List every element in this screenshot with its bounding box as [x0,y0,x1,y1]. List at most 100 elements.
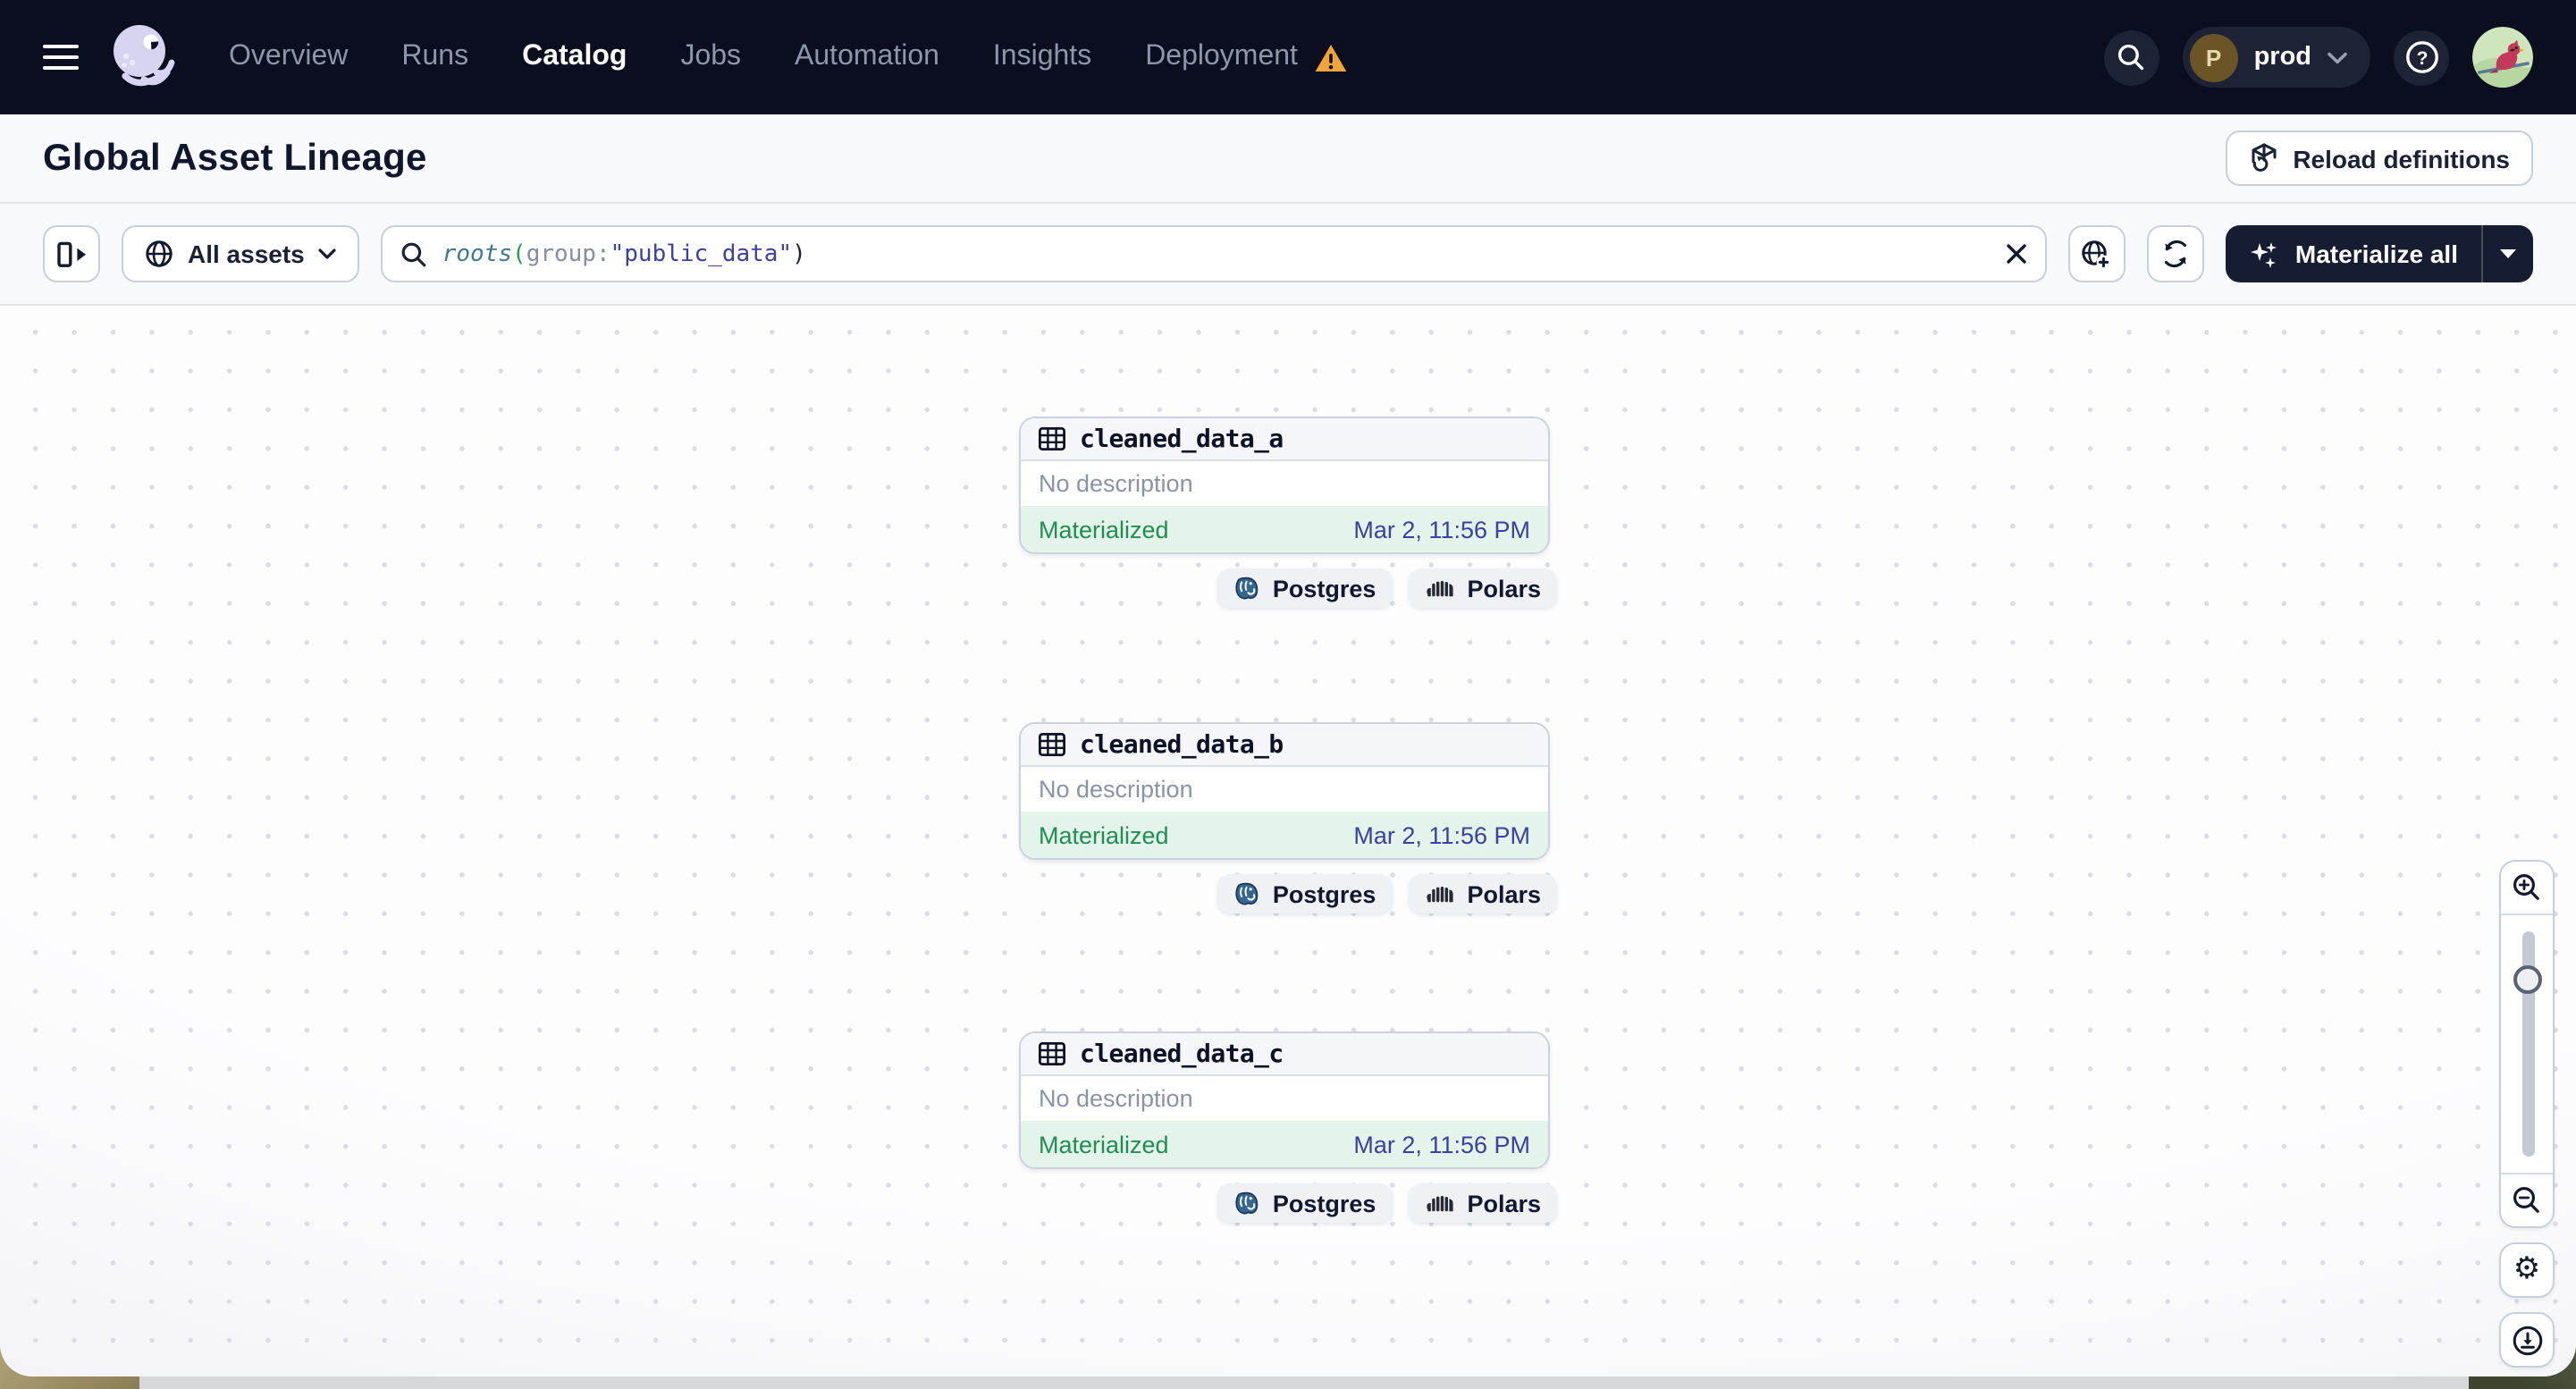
tag-postgres[interactable]: Postgres [1216,874,1393,913]
asset-description: No description [1039,776,1193,803]
zoom-out-button[interactable] [2501,1173,2553,1226]
nav-item-overview[interactable]: Overview [229,41,348,73]
query-key: group: [526,240,610,267]
asset-node-group: cleaned_data_a No description Materializ… [1019,417,1557,608]
user-avatar[interactable] [2472,27,2533,88]
asset-node-body: No description [1021,461,1548,506]
lineage-canvas[interactable]: cleaned_data_a No description Materializ… [0,306,2576,1376]
tag-label: Postgres [1272,1190,1376,1216]
reload-definitions-button[interactable]: Reload definitions [2225,130,2533,186]
table-icon [1039,733,1065,756]
nav-item-deployment[interactable]: Deployment [1145,41,1348,73]
asset-selection-input[interactable]: roots(group:"public_data") [381,225,2047,282]
asset-node-group: cleaned_data_b No description Materializ… [1019,722,1557,913]
zoom-out-icon [2513,1187,2539,1213]
asset-name: cleaned_data_a [1080,425,1284,453]
caret-down-icon [2500,249,2516,258]
help-button[interactable]: ? [2394,29,2449,85]
nav-item-automation[interactable]: Automation [795,41,939,73]
materialized-timestamp[interactable]: Mar 2, 11:56 PM [1353,516,1530,543]
nav-item-runs[interactable]: Runs [401,41,468,73]
materialize-all-button[interactable]: Materialize all [2226,225,2481,282]
nav-right-cluster: P prod ? [2103,27,2533,88]
asset-node-group: cleaned_data_c No description Materializ… [1019,1031,1557,1223]
zoom-control-panel [2499,860,2555,1228]
asset-name: cleaned_data_b [1080,730,1284,759]
lineage-toolbar: All assets roots(group:"public_data") Ma… [0,204,2576,306]
asset-tag-row: Postgres Polars [1019,1183,1557,1223]
polars-icon [1426,1196,1453,1212]
materialized-timestamp[interactable]: Mar 2, 11:56 PM [1353,821,1530,848]
download-graph-button[interactable] [2499,1312,2555,1368]
download-icon [2512,1325,2542,1355]
materialize-all-label: Materialize all [2294,240,2458,268]
tag-postgres[interactable]: Postgres [1216,568,1393,608]
dagster-logo-icon[interactable] [107,21,179,93]
close-icon [2007,244,2026,264]
page-header: Global Asset Lineage Reload definitions [0,114,2576,204]
chevron-down-icon [2328,51,2347,63]
nav-item-jobs[interactable]: Jobs [680,41,741,73]
warning-icon [1315,44,1347,71]
zoom-slider [2501,915,2553,1173]
tag-polars[interactable]: Polars [1408,568,1557,608]
environment-switcher[interactable]: P prod [2182,27,2370,88]
nav-item-insights[interactable]: Insights [993,41,1091,73]
materialized-timestamp[interactable]: Mar 2, 11:56 PM [1353,1131,1530,1158]
hamburger-menu-icon[interactable] [43,44,79,71]
asset-node-cleaned-data-b[interactable]: cleaned_data_b No description Materializ… [1019,722,1550,860]
environment-initial-badge: P [2189,33,2238,81]
global-search-button[interactable] [2103,29,2159,85]
materialized-status: Materialized [1039,821,1169,848]
table-icon [1039,1042,1065,1065]
clear-query-button[interactable] [2006,243,2027,265]
top-nav-bar: Overview Runs Catalog Jobs Automation In… [0,0,2576,114]
asset-node-header: cleaned_data_c [1021,1033,1548,1076]
asset-tag-row: Postgres Polars [1019,874,1557,913]
query-open-paren: ( [512,240,526,267]
refresh-graph-button[interactable] [2146,225,2204,282]
zoom-in-button[interactable] [2501,862,2553,915]
asset-node-body: No description [1021,767,1548,812]
asset-selection-query[interactable]: roots(group:"public_data") [442,240,1991,267]
tag-polars[interactable]: Polars [1408,874,1557,913]
materialized-status: Materialized [1039,1131,1169,1158]
page-title: Global Asset Lineage [43,137,427,178]
view-full-graph-button[interactable] [2067,225,2126,282]
tag-label: Polars [1467,575,1541,602]
asset-description: No description [1039,470,1193,497]
postgres-icon [1235,1191,1259,1214]
sparkles-icon [2250,241,2277,267]
query-close-paren: ) [792,240,806,267]
gear-icon: ⚙ [2513,1251,2541,1287]
tag-postgres[interactable]: Postgres [1216,1183,1393,1223]
materialize-options-button[interactable] [2483,225,2533,282]
asset-node-footer: Materialized Mar 2, 11:56 PM [1021,1121,1548,1167]
chevron-down-icon [319,248,337,259]
asset-node-footer: Materialized Mar 2, 11:56 PM [1021,812,1548,858]
zoom-slider-thumb[interactable] [2513,965,2542,994]
tag-polars[interactable]: Polars [1408,1183,1557,1223]
asset-scope-label: All assets [188,240,305,268]
zoom-in-icon [2513,874,2539,900]
tag-label: Polars [1467,880,1541,907]
asset-node-header: cleaned_data_a [1021,418,1548,461]
globe-add-icon [2083,240,2112,269]
postgres-icon [1235,576,1259,599]
asset-node-header: cleaned_data_b [1021,724,1548,767]
table-icon [1039,427,1065,450]
asset-node-body: No description [1021,1076,1548,1121]
nav-item-catalog[interactable]: Catalog [522,41,627,73]
environment-name: prod [2253,43,2311,72]
open-sidebar-panel-button[interactable] [43,225,100,282]
search-icon [402,241,427,266]
asset-node-cleaned-data-a[interactable]: cleaned_data_a No description Materializ… [1019,417,1550,554]
polars-icon [1426,887,1453,903]
query-string: "public_data" [610,240,793,267]
materialized-status: Materialized [1039,516,1169,543]
query-function: roots [442,240,513,267]
avatar-cardinal-image [2472,27,2533,88]
asset-scope-dropdown[interactable]: All assets [122,225,360,282]
graph-settings-button[interactable]: ⚙ [2499,1242,2555,1298]
asset-node-cleaned-data-c[interactable]: cleaned_data_c No description Materializ… [1019,1031,1550,1169]
